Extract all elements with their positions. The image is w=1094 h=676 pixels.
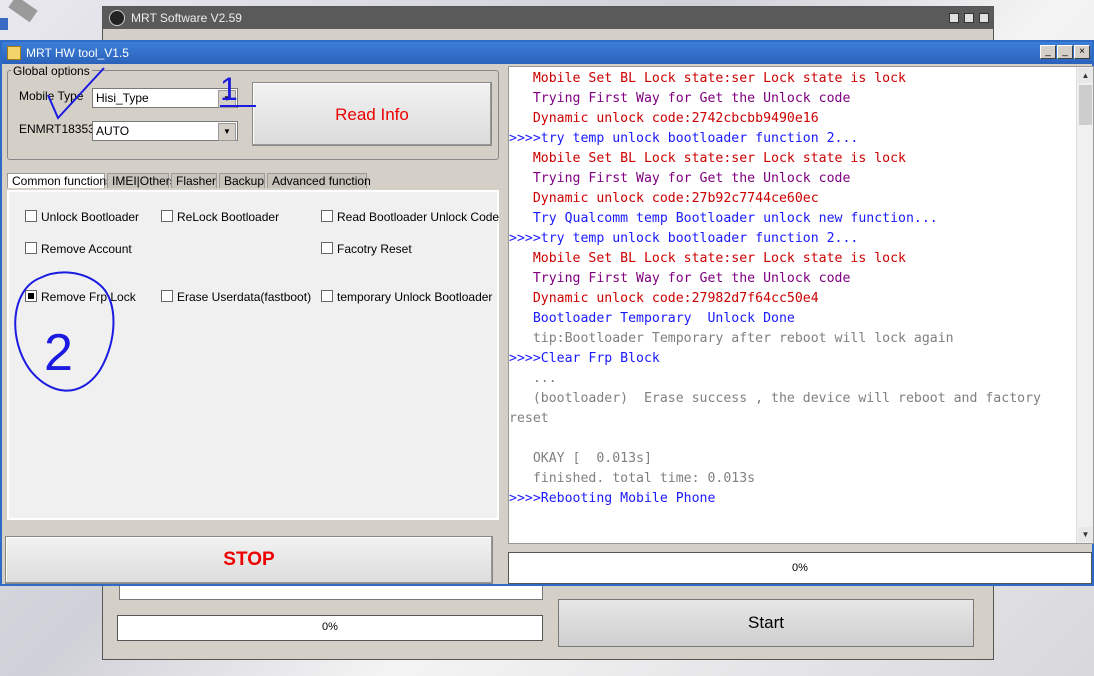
annotation-mark-1: 1 xyxy=(220,71,238,107)
checkmark-annotation xyxy=(47,67,105,120)
annotation-layer: 1 2 xyxy=(14,67,256,392)
annotation-mark-2: 2 xyxy=(44,324,73,382)
